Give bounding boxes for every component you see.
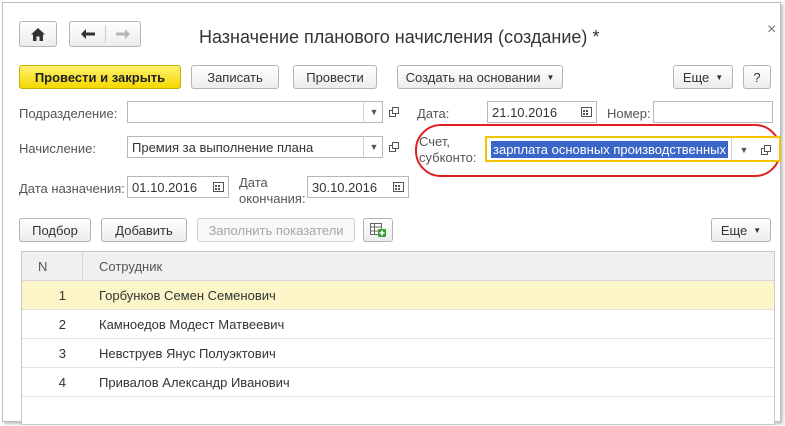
chevron-down-icon: ▼ <box>369 107 379 117</box>
chevron-down-icon: ▼ <box>739 145 749 155</box>
page-title: Назначение планового начисления (создани… <box>199 27 600 47</box>
row-number: 4 <box>58 375 66 390</box>
end-date-label-line2: окончания: <box>239 191 306 206</box>
forward-button[interactable] <box>106 29 140 39</box>
table-row[interactable]: 4 Привалов Александр Иванович <box>22 368 774 397</box>
save-button[interactable]: Записать <box>191 65 279 89</box>
account-label-line2: субконто: <box>419 150 477 165</box>
more-button[interactable]: Еще ▼ <box>673 65 733 89</box>
chevron-down-icon: ▼ <box>715 72 724 82</box>
number-label: Номер: <box>607 106 651 121</box>
open-window-icon <box>389 142 399 152</box>
end-date-label: Дата окончания: <box>239 175 306 207</box>
calendar-icon <box>392 182 404 192</box>
department-open-button[interactable] <box>385 101 403 123</box>
document-window: Назначение планового начисления (создани… <box>2 2 781 425</box>
account-open-button[interactable] <box>757 139 775 161</box>
accrual-dropdown-button[interactable]: ▼ <box>365 136 383 158</box>
table-header: N Сотрудник <box>22 252 774 281</box>
row-number: 3 <box>58 346 66 361</box>
post-and-close-button[interactable]: Провести и закрыть <box>19 65 181 89</box>
account-label-line1: Счет, <box>419 134 450 149</box>
pick-button[interactable]: Подбор <box>19 218 91 242</box>
open-window-icon <box>761 145 771 155</box>
column-header-n[interactable]: N <box>38 259 47 274</box>
table-more-label: Еще <box>720 222 748 238</box>
create-based-on-button[interactable]: Создать на основании ▼ <box>397 65 563 89</box>
employee-name: Привалов Александр Иванович <box>99 375 290 390</box>
account-field[interactable]: зарплата основных производственных ▼ <box>485 136 781 162</box>
account-dropdown-button[interactable]: ▼ <box>735 139 753 161</box>
table-row[interactable]: 1 Горбунков Семен Семенович <box>22 281 774 310</box>
date-label: Дата: <box>417 106 450 121</box>
department-dropdown-button[interactable]: ▼ <box>365 101 383 123</box>
home-icon <box>31 27 45 41</box>
date-calendar-button[interactable] <box>577 101 595 123</box>
employee-name: Горбунков Семен Семенович <box>99 288 276 303</box>
calendar-icon <box>580 107 592 117</box>
number-field[interactable] <box>653 101 773 123</box>
column-header-employee[interactable]: Сотрудник <box>99 259 162 274</box>
back-button[interactable] <box>70 29 105 39</box>
employees-table: N Сотрудник 1 Горбунков Семен Семенович … <box>21 251 775 425</box>
add-button[interactable]: Добавить <box>101 218 187 242</box>
row-number: 2 <box>58 317 66 332</box>
fill-indicators-button[interactable]: Заполнить показатели <box>197 218 355 242</box>
nav-buttons <box>69 21 141 47</box>
account-selected-text: зарплата основных производственных <box>491 141 728 158</box>
end-date-calendar-button[interactable] <box>389 176 407 198</box>
create-based-on-label: Создать на основании <box>405 69 541 85</box>
table-more-button[interactable]: Еще ▼ <box>711 218 771 242</box>
table-row[interactable]: 3 Невструев Янус Полуэктович <box>22 339 774 368</box>
account-label: Счет, субконто: <box>419 134 476 166</box>
assign-date-calendar-button[interactable] <box>209 176 227 198</box>
close-icon[interactable]: × <box>767 21 776 39</box>
chevron-down-icon: ▼ <box>546 72 555 82</box>
accrual-field[interactable]: Премия за выполнение плана <box>127 136 383 158</box>
help-button[interactable]: ? <box>743 65 771 89</box>
arrow-right-icon <box>115 29 130 39</box>
open-window-icon <box>389 107 399 117</box>
employee-name: Невструев Янус Полуэктович <box>99 346 276 361</box>
table-settings-button[interactable] <box>363 218 393 242</box>
chevron-down-icon: ▼ <box>369 142 379 152</box>
department-field[interactable] <box>127 101 383 123</box>
chevron-down-icon: ▼ <box>753 225 762 235</box>
more-label: Еще <box>682 69 710 85</box>
arrow-left-icon <box>80 29 95 39</box>
department-label: Подразделение: <box>19 106 118 121</box>
table-plus-icon <box>370 223 386 237</box>
assign-date-label: Дата назначения: <box>19 181 125 196</box>
home-button[interactable] <box>19 21 57 47</box>
post-button[interactable]: Провести <box>293 65 377 89</box>
table-row[interactable]: 2 Камноедов Модест Матвеевич <box>22 310 774 339</box>
calendar-icon <box>212 182 224 192</box>
row-number: 1 <box>58 288 66 303</box>
accrual-label: Начисление: <box>19 141 96 156</box>
employee-name: Камноедов Модест Матвеевич <box>99 317 285 332</box>
end-date-label-line1: Дата <box>239 175 268 190</box>
accrual-open-button[interactable] <box>385 136 403 158</box>
